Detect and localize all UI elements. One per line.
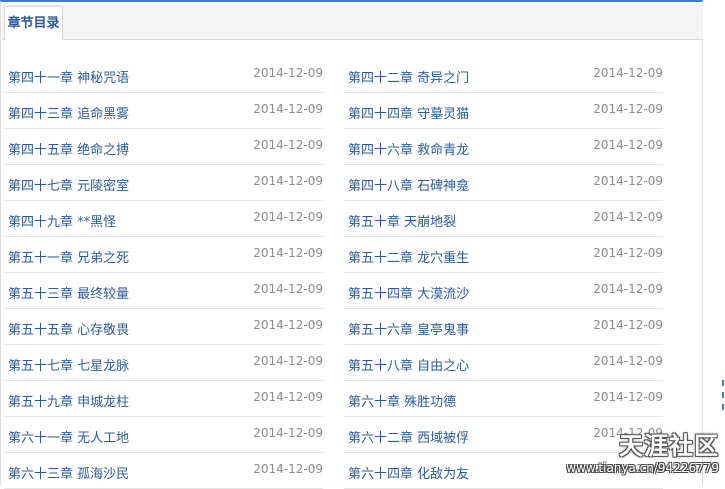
chapter-date: 2014-12-09 (593, 354, 663, 368)
chapter-row: 第五十二章 龙穴重生 2014-12-09 (344, 237, 663, 273)
chapter-link[interactable]: 第四十五章 绝命之搏 (8, 139, 129, 158)
chapter-date: 2014-12-09 (593, 246, 663, 260)
chapter-column-right: 第四十二章 奇异之门 2014-12-09 第四十四章 守墓灵猫 2014-12-0… (344, 57, 663, 489)
chapter-date: 2014-12-09 (593, 174, 663, 188)
chapter-row: 第五十三章 最终较量 2014-12-09 (4, 273, 323, 309)
tab-chapter-list[interactable]: 章节目录 (4, 6, 63, 40)
chapter-row: 第四十七章 元陵密室 2014-12-09 (4, 165, 323, 201)
chapter-link[interactable]: 第四十二章 奇异之门 (348, 67, 469, 86)
chapter-date: 2014-12-09 (593, 102, 663, 116)
chapter-date: 2014-12-09 (253, 66, 323, 80)
chapter-date: 2014-12-09 (253, 390, 323, 404)
chapter-date: 2014-12-09 (253, 246, 323, 260)
chapter-link[interactable]: 第四十四章 守墓灵猫 (348, 103, 469, 122)
chapter-link[interactable]: 第四十三章 追命黑雾 (8, 103, 129, 122)
chapter-row: 第五十四章 大漠流沙 2014-12-09 (344, 273, 663, 309)
chapter-link[interactable]: 第四十七章 元陵密室 (8, 175, 129, 194)
chapter-row: 第五十七章 七星龙脉 2014-12-09 (4, 345, 323, 381)
chapter-row: 第五十九章 申城龙柱 2014-12-09 (4, 381, 323, 417)
chapter-link[interactable]: 第五十七章 七星龙脉 (8, 355, 129, 374)
chapter-date: 2014-12-09 (253, 138, 323, 152)
chapter-date: 2014-12-09 (593, 318, 663, 332)
tab-label: 章节目录 (7, 16, 60, 31)
chapter-row: 第四十六章 救命青龙 2014-12-09 (344, 129, 663, 165)
chapter-date: 2014-12-09 (593, 138, 663, 152)
chapter-row: 第四十八章 石碑神龛 2014-12-09 (344, 165, 663, 201)
chapter-date: 2014-12-09 (253, 426, 323, 440)
watermark-logo: 天涯社区 (619, 432, 719, 460)
chapter-link[interactable]: 第四十八章 石碑神龛 (348, 175, 469, 194)
chapter-date: 2014-12-09 (253, 354, 323, 368)
chapter-row: 第六十章 殊胜功德 2014-12-09 (344, 381, 663, 417)
chapter-date: 2014-12-09 (593, 210, 663, 224)
chapter-row: 第五十章 天崩地裂 2014-12-09 (344, 201, 663, 237)
chapter-link[interactable]: 第四十六章 救命青龙 (348, 139, 469, 158)
chapter-row: 第四十二章 奇异之门 2014-12-09 (344, 57, 663, 93)
watermark-url: www.tianya.cn/94226779 (566, 461, 719, 475)
chapter-link[interactable]: 第五十五章 心存敬畏 (8, 319, 129, 338)
watermark: 天涯社区 www.tianya.cn/94226779 (539, 432, 719, 482)
chapter-row: 第四十九章 **黑怪 2014-12-09 (4, 201, 323, 237)
chapter-row: 第四十三章 追命黑雾 2014-12-09 (4, 93, 323, 129)
tab-bar: 章节目录 (2, 4, 703, 40)
chapter-date: 2014-12-09 (253, 282, 323, 296)
chapter-row: 第四十一章 神秘咒语 2014-12-09 (4, 57, 323, 93)
chapter-column-left: 第四十一章 神秘咒语 2014-12-09 第四十三章 追命黑雾 2014-12-0… (4, 57, 323, 489)
chapter-row: 第五十五章 心存敬畏 2014-12-09 (4, 309, 323, 345)
chapter-date: 2014-12-09 (253, 174, 323, 188)
chapter-date: 2014-12-09 (593, 390, 663, 404)
chapter-date: 2014-12-09 (253, 102, 323, 116)
chapter-row: 第四十四章 守墓灵猫 2014-12-09 (344, 93, 663, 129)
chapter-link[interactable]: 第五十九章 申城龙柱 (8, 391, 129, 410)
chapter-date: 2014-12-09 (593, 66, 663, 80)
chapter-link[interactable]: 第五十四章 大漠流沙 (348, 283, 469, 302)
chapter-link[interactable]: 第五十三章 最终较量 (8, 283, 129, 302)
scrollbar-edge[interactable] (722, 380, 724, 420)
chapter-link[interactable]: 第四十九章 **黑怪 (8, 211, 116, 230)
chapter-date: 2014-12-09 (253, 318, 323, 332)
chapter-link[interactable]: 第五十一章 兄弟之死 (8, 247, 129, 266)
chapter-row: 第五十一章 兄弟之死 2014-12-09 (4, 237, 323, 273)
chapter-date: 2014-12-09 (593, 282, 663, 296)
chapter-row: 第六十三章 孤海沙民 2014-12-09 (4, 453, 323, 489)
chapter-link[interactable]: 第四十一章 神秘咒语 (8, 67, 129, 86)
chapter-link[interactable]: 第五十六章 皇亭鬼事 (348, 319, 469, 338)
chapter-row: 第四十五章 绝命之搏 2014-12-09 (4, 129, 323, 165)
chapter-row: 第五十八章 自由之心 2014-12-09 (344, 345, 663, 381)
chapter-date: 2014-12-09 (253, 210, 323, 224)
chapter-row: 第六十一章 无人工地 2014-12-09 (4, 417, 323, 453)
chapter-link[interactable]: 第六十三章 孤海沙民 (8, 463, 129, 482)
chapter-row: 第五十六章 皇亭鬼事 2014-12-09 (344, 309, 663, 345)
chapter-date: 2014-12-09 (253, 462, 323, 476)
chapter-link[interactable]: 第五十八章 自由之心 (348, 355, 469, 374)
chapter-link[interactable]: 第六十四章 化敌为友 (348, 463, 469, 482)
chapter-link[interactable]: 第六十一章 无人工地 (8, 427, 129, 446)
chapter-link[interactable]: 第五十二章 龙穴重生 (348, 247, 469, 266)
chapter-link[interactable]: 第五十章 天崩地裂 (348, 211, 456, 230)
chapter-link[interactable]: 第六十章 殊胜功德 (348, 391, 456, 410)
chapter-link[interactable]: 第六十二章 西域被俘 (348, 427, 469, 446)
